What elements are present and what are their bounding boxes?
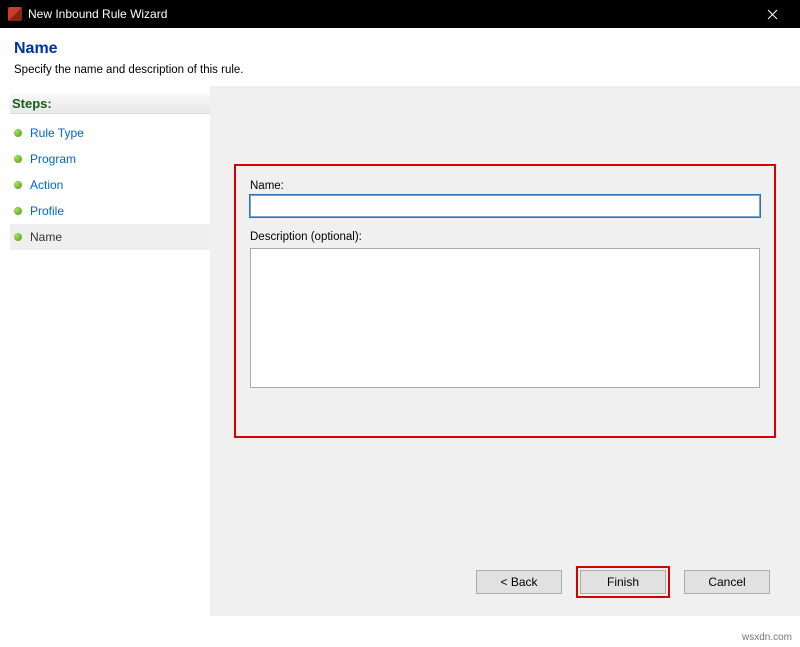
titlebar: New Inbound Rule Wizard	[0, 0, 800, 28]
back-button[interactable]: < Back	[476, 570, 562, 594]
wizard-buttons: < Back Finish Cancel	[474, 566, 772, 598]
firewall-icon	[8, 7, 22, 21]
step-label: Program	[30, 152, 76, 166]
description-label: Description (optional):	[250, 231, 760, 243]
step-bullet-icon	[14, 233, 22, 241]
name-input[interactable]	[250, 195, 760, 217]
step-bullet-icon	[14, 181, 22, 189]
step-label: Action	[30, 178, 63, 192]
wizard-content: Name: Description (optional): < Back Fin…	[210, 86, 800, 616]
page-subtitle: Specify the name and description of this…	[14, 64, 786, 76]
wizard-body: Steps: Rule Type Program Action Profile …	[0, 86, 800, 616]
close-icon	[767, 9, 778, 20]
step-bullet-icon	[14, 207, 22, 215]
step-label: Profile	[30, 204, 64, 218]
name-label: Name:	[250, 180, 760, 192]
step-label: Rule Type	[30, 126, 84, 140]
form-highlight: Name: Description (optional):	[234, 164, 776, 438]
steps-heading: Steps:	[10, 94, 210, 114]
step-rule-type[interactable]: Rule Type	[10, 120, 210, 146]
finish-button[interactable]: Finish	[580, 570, 666, 594]
finish-highlight: Finish	[576, 566, 670, 598]
step-profile[interactable]: Profile	[10, 198, 210, 224]
watermark: wsxdn.com	[742, 632, 792, 643]
page-title: Name	[14, 40, 786, 58]
step-label: Name	[30, 230, 62, 244]
steps-sidebar: Steps: Rule Type Program Action Profile …	[0, 86, 210, 616]
step-name[interactable]: Name	[10, 224, 210, 250]
step-action[interactable]: Action	[10, 172, 210, 198]
window-title: New Inbound Rule Wizard	[28, 7, 167, 21]
description-input[interactable]	[250, 248, 760, 388]
step-program[interactable]: Program	[10, 146, 210, 172]
step-bullet-icon	[14, 129, 22, 137]
step-bullet-icon	[14, 155, 22, 163]
wizard-header: Name Specify the name and description of…	[0, 28, 800, 86]
close-button[interactable]	[752, 0, 792, 28]
cancel-button[interactable]: Cancel	[684, 570, 770, 594]
